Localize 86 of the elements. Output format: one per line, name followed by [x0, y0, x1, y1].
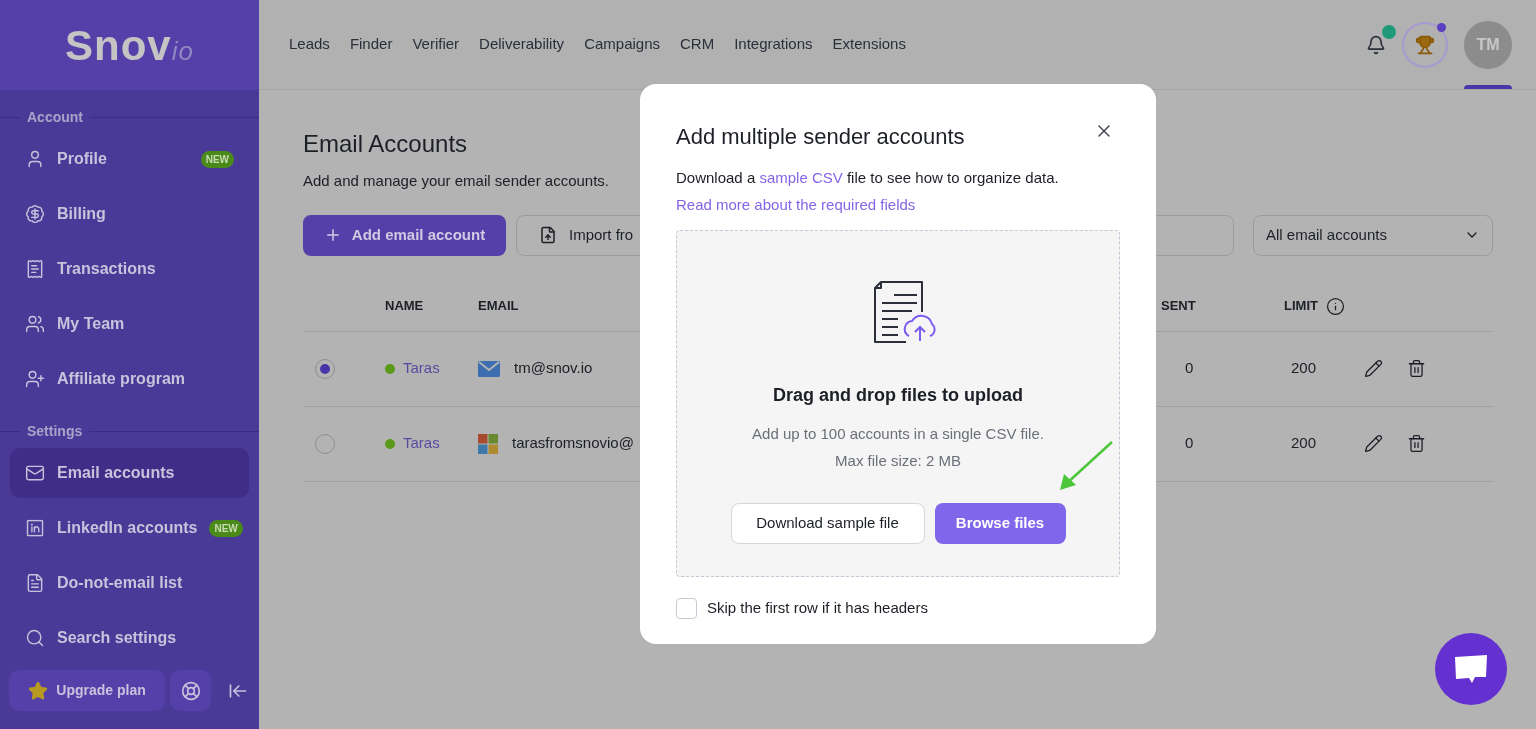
search-icon	[25, 628, 45, 648]
lifebuoy-icon	[180, 680, 201, 701]
edit-icon[interactable]	[1364, 359, 1383, 378]
section-label: Settings	[26, 421, 84, 441]
sidebar-item[interactable]: Do-not-email list	[10, 558, 249, 608]
page-subtitle: Add and manage your email sender accounts.	[303, 171, 610, 191]
page-title: Email Accounts	[303, 129, 468, 159]
trophy-icon	[1415, 34, 1435, 55]
receipt-icon	[25, 259, 45, 279]
document-icon	[25, 573, 45, 593]
sidebar-item[interactable]: LinkedIn accounts NEW	[10, 503, 249, 553]
edit-icon[interactable]	[1364, 434, 1383, 453]
document-upload-icon	[872, 278, 936, 344]
modal-title: Add multiple sender accounts	[676, 123, 966, 151]
help-button[interactable]	[170, 670, 211, 711]
checkbox-label: Skip the first row if it has headers	[707, 598, 928, 618]
drop-zone[interactable]: Drag and drop files to upload Add up to 100 accounts in a single CSV file. Max file size: 2 MB Download sample file Browse files	[676, 230, 1120, 577]
sent-count: 0	[1184, 433, 1195, 454]
drop-zone-title: Drag and drop files to upload	[773, 384, 1023, 407]
speech-bubble-icon	[1454, 654, 1488, 684]
info-icon[interactable]	[1325, 296, 1345, 316]
sample-csv-link[interactable]: sample CSV	[759, 169, 843, 186]
user-icon	[25, 149, 45, 169]
hint-text: Max file size: 2 MB	[835, 450, 961, 471]
download-sample-button[interactable]: Download sample file	[730, 503, 925, 544]
item-label: LinkedIn accounts	[57, 518, 198, 538]
column-header: SENT	[1161, 297, 1197, 316]
nav-link[interactable]: Extensions	[832, 33, 906, 56]
account-name[interactable]: Taras	[403, 357, 440, 380]
sidebar-item[interactable]: Search settings	[10, 613, 249, 663]
sidebar-item[interactable]: Transactions	[10, 244, 249, 294]
four-tiles-icon	[478, 433, 498, 454]
limit-count: 200	[1290, 358, 1318, 379]
sidebar-item[interactable]: Billing	[10, 189, 249, 239]
item-label: Email accounts	[57, 463, 176, 483]
checkbox[interactable]	[676, 597, 697, 619]
filter-dropdown[interactable]: All email accounts	[1253, 214, 1493, 256]
item-label: Do-not-email list	[57, 573, 184, 593]
user-plus-icon	[25, 369, 45, 389]
upgrade-plan-button[interactable]: Upgrade plan	[9, 670, 165, 711]
sent-count: 0	[1184, 358, 1195, 379]
item-label: Billing	[57, 204, 107, 224]
section-label: Account	[26, 107, 84, 127]
nav-link[interactable]: Verifier	[412, 33, 460, 56]
item-label: My Team	[57, 314, 126, 334]
item-label: Affiliate program	[57, 369, 186, 389]
sidebar-item[interactable]: Profile NEW	[10, 134, 249, 184]
sidebar-item[interactable]: Affiliate program	[10, 354, 249, 404]
item-label: Profile	[57, 149, 108, 169]
linkedin-icon	[25, 518, 45, 538]
users-icon	[25, 314, 45, 334]
nav-link[interactable]: Finder	[349, 33, 393, 56]
browse-files-button[interactable]: Browse files	[934, 503, 1066, 544]
item-label: Transactions	[57, 259, 157, 279]
logo[interactable]: Snovio	[64, 13, 195, 77]
nav-link[interactable]: Integrations	[734, 33, 813, 56]
intro-text: Download a sample CSV file to see how to organize data.	[676, 168, 1060, 188]
column-header: EMAIL	[478, 297, 520, 316]
star-icon	[28, 680, 49, 701]
add-email-account-button[interactable]: Add email account	[303, 214, 506, 256]
sidebar-item[interactable]: Email accounts	[10, 448, 249, 498]
mail-icon	[25, 463, 45, 483]
delete-icon[interactable]	[1407, 359, 1426, 378]
bell-icon[interactable]	[1366, 34, 1386, 55]
new-badge: NEW	[200, 150, 234, 168]
sidebar-item[interactable]: My Team	[10, 299, 249, 349]
account-name[interactable]: Taras	[403, 432, 440, 455]
file-upload-icon	[539, 226, 557, 244]
delete-icon[interactable]	[1407, 434, 1426, 453]
dollar-badge-icon	[25, 204, 45, 224]
email-address: tarasfromsnovio@	[512, 433, 634, 454]
nav-link[interactable]: CRM	[680, 33, 715, 56]
nav-link[interactable]: Deliverability	[479, 33, 565, 56]
hint-text: Add up to 100 accounts in a single CSV file.	[752, 424, 1044, 444]
annotation-arrow	[1057, 440, 1114, 492]
nav-link[interactable]: Campaigns	[584, 33, 660, 56]
trophy-button[interactable]	[1402, 21, 1448, 68]
column-header: NAME	[385, 297, 425, 316]
email-address: tm@snov.io	[514, 358, 593, 379]
column-header: LIMIT	[1284, 297, 1318, 316]
envelope-icon	[478, 360, 500, 377]
new-badge: NEW	[209, 519, 243, 537]
limit-count: 200	[1290, 433, 1318, 454]
required-fields-link[interactable]: Read more about the required fields	[676, 193, 916, 216]
nav-link[interactable]: Leads	[289, 33, 330, 56]
item-label: Search settings	[57, 628, 178, 648]
